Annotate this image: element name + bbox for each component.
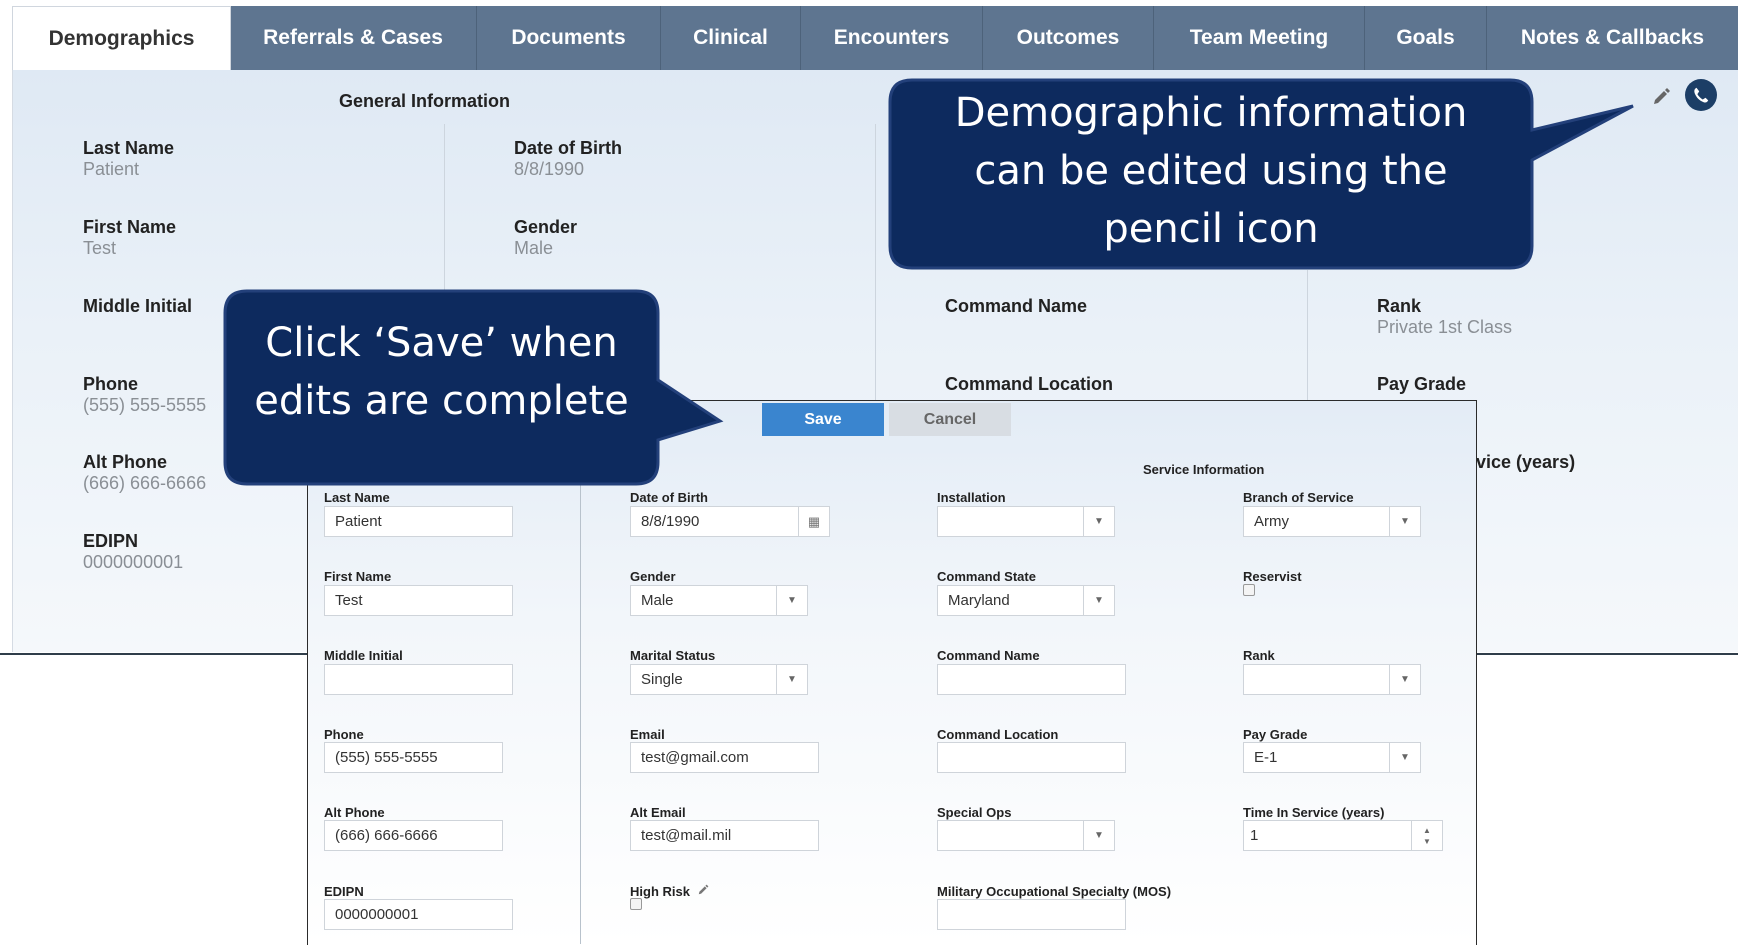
callout-top-line-2: can be edited using the: [974, 148, 1448, 194]
callout-left-line-1: Click ‘Save’ when: [265, 320, 618, 366]
callout-top-text: Demographic information can be edited us…: [890, 84, 1532, 258]
callout-top-line-3: pencil icon: [1103, 206, 1319, 252]
callout-left-text: Click ‘Save’ when edits are complete: [225, 314, 658, 430]
callout-left-line-2: edits are complete: [254, 378, 629, 424]
callout-top-line-1: Demographic information: [954, 90, 1468, 136]
